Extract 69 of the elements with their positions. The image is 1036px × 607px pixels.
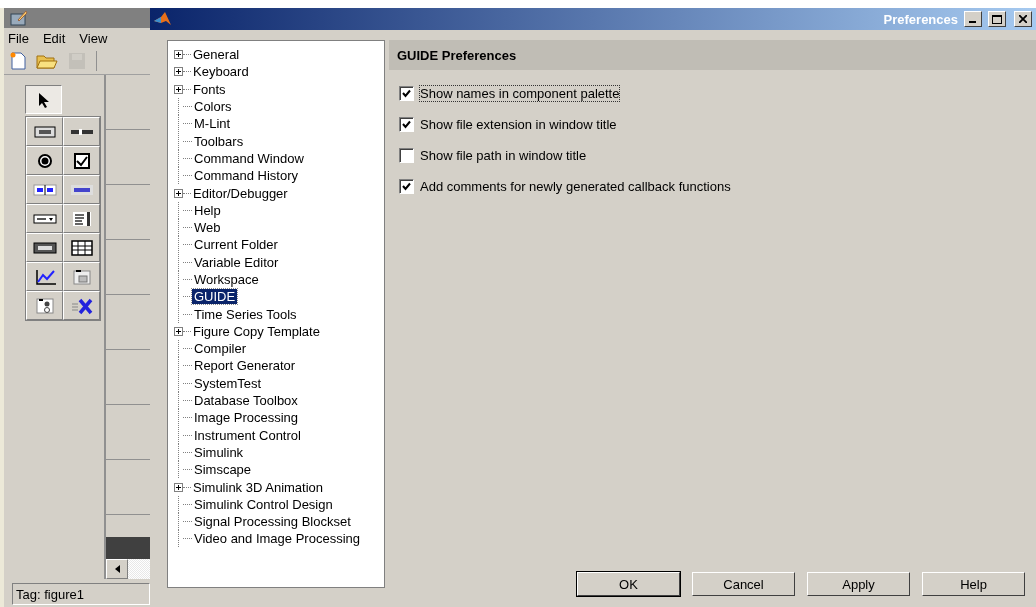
dialog-button[interactable]: OK <box>577 572 680 596</box>
scroll-left-button[interactable] <box>106 559 128 579</box>
tree-item[interactable]: Keyboard <box>191 64 251 80</box>
section-header: GUIDE Preferences <box>389 40 1036 70</box>
dialog-button[interactable]: Cancel <box>692 572 795 596</box>
tree-item[interactable]: M-Lint <box>192 116 233 132</box>
tree-item[interactable]: Image Processing <box>192 410 301 426</box>
tree-item[interactable]: Editor/Debugger <box>191 185 290 201</box>
checkbox-label[interactable]: Show file path in window title <box>420 147 587 163</box>
expand-icon[interactable] <box>174 482 183 492</box>
tree-item[interactable]: Instrument Control <box>192 427 303 443</box>
checkbox[interactable] <box>399 116 414 132</box>
slider-icon <box>70 128 93 135</box>
expand-icon[interactable] <box>174 50 183 60</box>
tree-item[interactable]: Help <box>192 202 223 218</box>
tree-item[interactable]: General <box>191 47 242 63</box>
dialog-button[interactable]: Help <box>922 572 1025 596</box>
left-arrow-icon <box>114 565 120 573</box>
tree-item[interactable]: Figure Copy Template <box>191 323 322 339</box>
checkbox[interactable] <box>399 147 414 163</box>
checkbox[interactable] <box>399 178 414 194</box>
tree-item[interactable]: Command History <box>192 168 301 184</box>
app-icon <box>10 10 28 26</box>
tree-item[interactable]: Toolbars <box>192 133 246 149</box>
tree-item[interactable]: Simulink 3D Animation <box>191 479 326 495</box>
tree-item[interactable]: Time Series Tools <box>192 306 299 322</box>
tree-item[interactable]: Colors <box>192 99 234 115</box>
table-icon <box>68 238 95 257</box>
checkbox-label[interactable]: Show names in component palette <box>420 85 620 101</box>
pointer-icon <box>37 91 50 108</box>
palette-tool[interactable] <box>25 85 62 114</box>
tree-item[interactable]: Current Folder <box>192 237 280 253</box>
maximize-button[interactable] <box>988 11 1006 27</box>
tree-item[interactable]: Variable Editor <box>192 254 281 270</box>
minimize-button[interactable] <box>964 11 982 27</box>
expand-icon[interactable] <box>174 84 183 94</box>
expand-icon[interactable] <box>174 67 183 77</box>
checkbox[interactable] <box>399 85 414 101</box>
tree-item[interactable]: Simscape <box>192 462 254 478</box>
tree-item[interactable]: Simulink <box>192 444 246 460</box>
tree-item[interactable]: Workspace <box>192 272 261 287</box>
close-icon <box>1019 15 1027 23</box>
menu-item[interactable]: View <box>79 30 108 46</box>
tree-item[interactable]: Report Generator <box>192 358 298 374</box>
dialog-button[interactable]: Apply <box>807 572 910 596</box>
tree-item[interactable]: GUIDE <box>192 289 238 305</box>
tree-item[interactable]: Signal Processing Blockset <box>192 514 353 530</box>
tree-item[interactable]: SystemTest <box>192 375 264 391</box>
menu-item[interactable]: Edit <box>42 30 66 46</box>
tree-item[interactable]: Compiler <box>192 341 248 357</box>
tree-item[interactable]: Fonts <box>191 81 228 97</box>
tree-item[interactable]: Web <box>192 220 223 236</box>
tree-item[interactable]: Command Window <box>192 150 306 166</box>
matlab-logo-icon <box>154 12 172 26</box>
new-file-icon[interactable] <box>10 52 26 70</box>
window-title: Preferences <box>883 11 958 27</box>
maximize-icon <box>992 14 1002 24</box>
menu-item[interactable]: File <box>8 30 29 46</box>
checkbox-label[interactable]: Show file extension in window title <box>420 116 617 132</box>
expand-icon[interactable] <box>174 326 183 336</box>
open-folder-icon[interactable] <box>36 53 58 69</box>
tree-item[interactable]: Database Toolbox <box>192 393 300 409</box>
checkbox-label[interactable]: Add comments for newly generated callback functions <box>420 178 731 194</box>
close-button[interactable] <box>1014 11 1032 27</box>
tree-item[interactable]: Simulink Control Design <box>192 496 335 512</box>
tree-item[interactable]: Video and Image Processing <box>192 531 362 547</box>
expand-icon[interactable] <box>174 188 183 198</box>
dark-area <box>106 537 150 559</box>
status-bar: Tag: figure1 <box>12 583 150 605</box>
